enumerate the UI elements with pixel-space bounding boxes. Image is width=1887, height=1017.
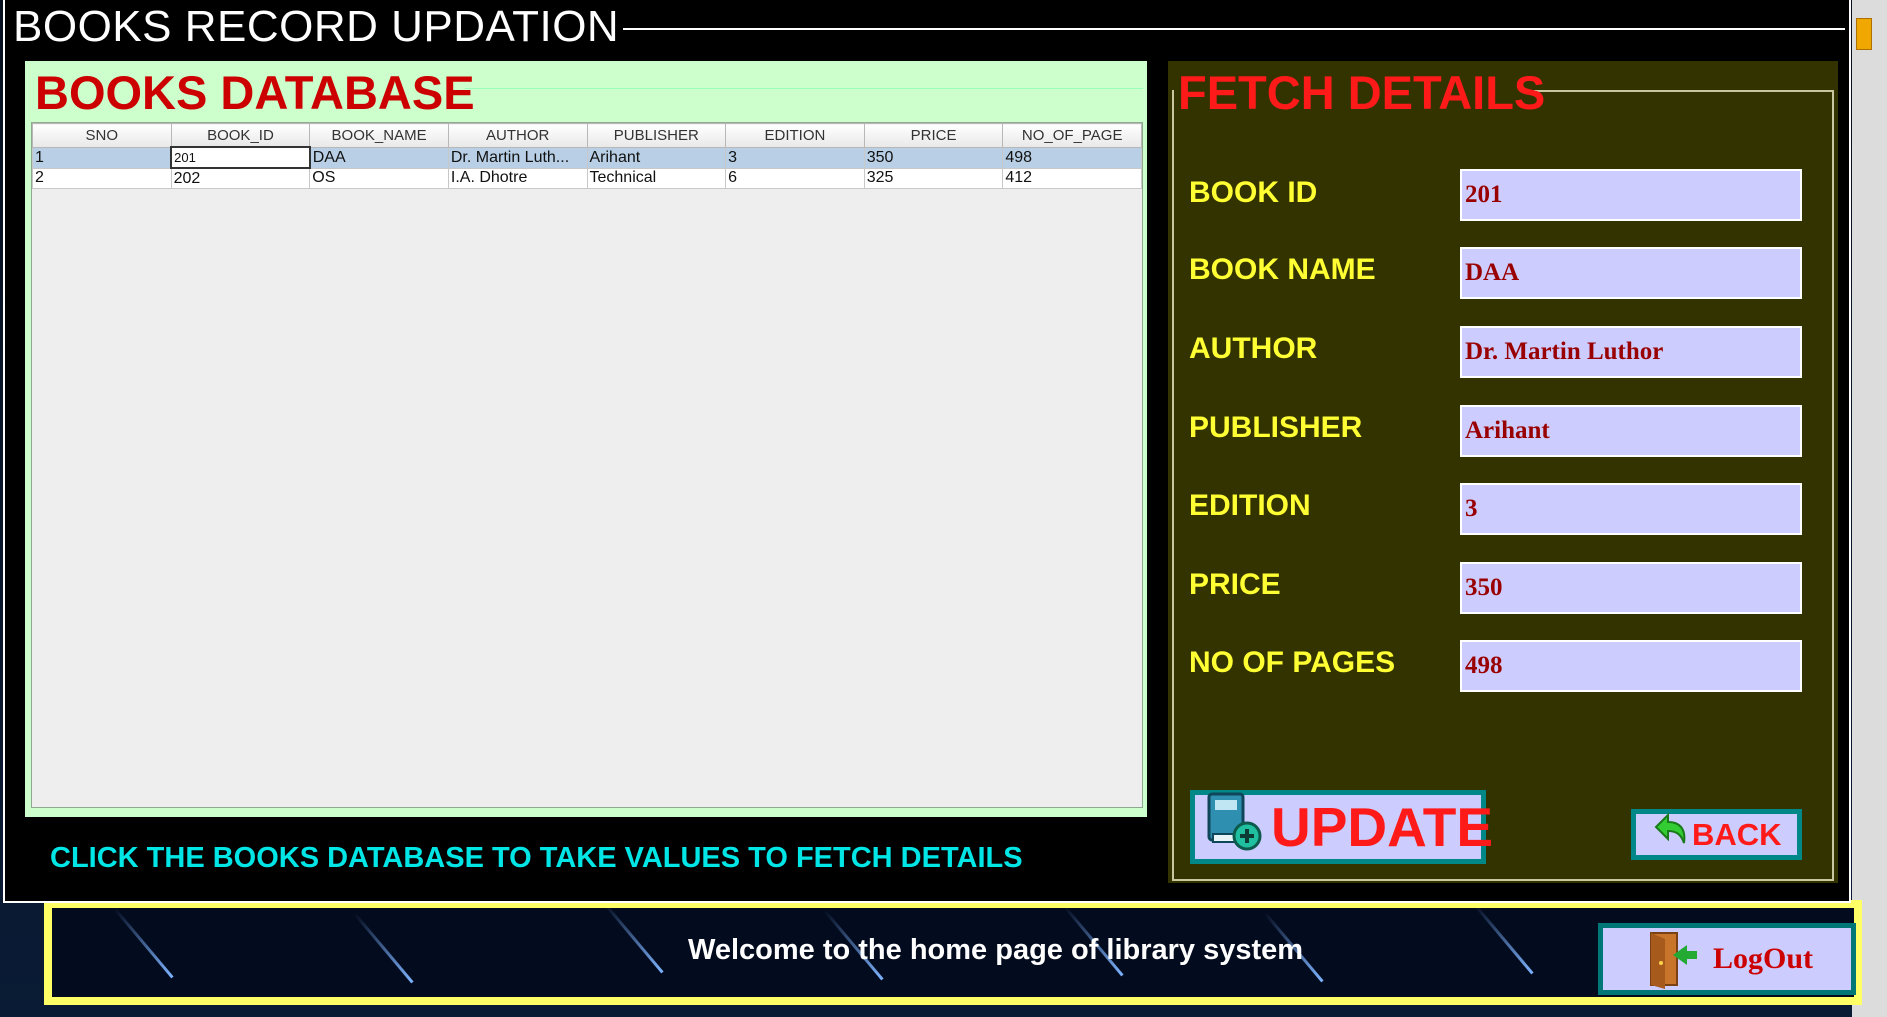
column-header-book-id[interactable]: BOOK_ID: [170, 123, 311, 148]
column-header-edition[interactable]: EDITION: [725, 123, 865, 148]
no-of-pages-field[interactable]: 498: [1460, 640, 1802, 692]
publisher-label: PUBLISHER: [1189, 411, 1363, 444]
table-cell[interactable]: Dr. Martin Luth...: [447, 146, 588, 169]
instruction-text: CLICK THE BOOKS DATABASE TO TAKE VALUES …: [50, 842, 1023, 874]
fetch-details-title: FETCH DETAILS: [1178, 66, 1546, 119]
edition-field[interactable]: 3: [1460, 483, 1802, 535]
book-add-icon: [1203, 790, 1265, 865]
window-title: BOOKS RECORD UPDATION: [13, 2, 624, 52]
welcome-message: Welcome to the home page of library syst…: [688, 934, 1304, 966]
door-exit-icon: [1643, 929, 1699, 989]
table-cell[interactable]: 350: [863, 146, 1004, 169]
book-id-label: BOOK ID: [1189, 176, 1318, 209]
table-cell[interactable]: 201: [170, 146, 311, 169]
no-of-pages-label: NO OF PAGES: [1189, 646, 1396, 679]
book-id-field[interactable]: 201: [1460, 169, 1802, 221]
back-arrow-icon: [1650, 811, 1690, 859]
table-cell[interactable]: 1: [32, 146, 172, 169]
book-name-field[interactable]: DAA: [1460, 247, 1802, 299]
column-header-author[interactable]: AUTHOR: [447, 123, 588, 148]
table-cell[interactable]: DAA: [309, 146, 449, 169]
update-button[interactable]: UPDATE: [1190, 790, 1493, 865]
table-cell[interactable]: 412: [1002, 167, 1142, 189]
author-field[interactable]: Dr. Martin Luthor: [1460, 326, 1802, 378]
column-header-book-name[interactable]: BOOK_NAME: [309, 123, 449, 148]
desktop-edge: [1852, 0, 1887, 1017]
table-cell[interactable]: I.A. Dhotre: [447, 167, 588, 189]
table-cell[interactable]: 3: [725, 146, 865, 169]
edition-label: EDITION: [1189, 489, 1311, 522]
books-database-title: BOOKS DATABASE: [35, 66, 475, 119]
back-button[interactable]: BACK: [1631, 809, 1802, 860]
panel-border: [465, 88, 1143, 89]
table-cell[interactable]: 498: [1002, 146, 1142, 169]
books-table-container[interactable]: SNO BOOK_ID BOOK_NAME AUTHOR PUBLISHER E…: [31, 122, 1143, 808]
back-label: BACK: [1692, 816, 1782, 852]
desktop-folder-icon: [1856, 18, 1872, 50]
update-label: UPDATE: [1271, 796, 1494, 858]
table-row[interactable]: 2 202 OS I.A. Dhotre Technical 6 325 412: [32, 167, 1142, 189]
table-cell[interactable]: 2: [32, 167, 172, 189]
table-cell[interactable]: 325: [863, 167, 1004, 189]
table-cell[interactable]: Technical: [586, 167, 727, 189]
table-cell[interactable]: Arihant: [586, 146, 727, 169]
column-header-no-of-page[interactable]: NO_OF_PAGE: [1002, 123, 1142, 148]
column-header-price[interactable]: PRICE: [863, 123, 1004, 148]
book-name-label: BOOK NAME: [1189, 253, 1376, 286]
column-header-publisher[interactable]: PUBLISHER: [586, 123, 727, 148]
column-header-sno[interactable]: SNO: [32, 123, 172, 148]
logout-button[interactable]: LogOut: [1598, 923, 1856, 995]
table-cell[interactable]: 202: [170, 167, 311, 189]
table-row[interactable]: 1 201 DAA Dr. Martin Luth... Arihant 3 3…: [32, 146, 1142, 169]
panel-border: [1534, 90, 1834, 92]
table-header-row: SNO BOOK_ID BOOK_NAME AUTHOR PUBLISHER E…: [32, 123, 1142, 148]
table-cell[interactable]: OS: [309, 167, 449, 189]
publisher-field[interactable]: Arihant: [1460, 405, 1802, 457]
price-label: PRICE: [1189, 568, 1281, 601]
books-record-updation-window: BOOKS RECORD UPDATION BOOKS DATABASE SNO…: [3, 0, 1851, 903]
books-database-panel: BOOKS DATABASE SNO BOOK_ID BOOK_NAME AUT…: [25, 61, 1147, 817]
author-label: AUTHOR: [1189, 332, 1318, 365]
price-field[interactable]: 350: [1460, 562, 1802, 614]
logout-label: LogOut: [1713, 942, 1814, 975]
fetch-details-panel: FETCH DETAILS BOOK ID 201 BOOK NAME DAA …: [1168, 61, 1838, 883]
table-cell[interactable]: 6: [725, 167, 865, 189]
books-table[interactable]: SNO BOOK_ID BOOK_NAME AUTHOR PUBLISHER E…: [32, 123, 1142, 189]
